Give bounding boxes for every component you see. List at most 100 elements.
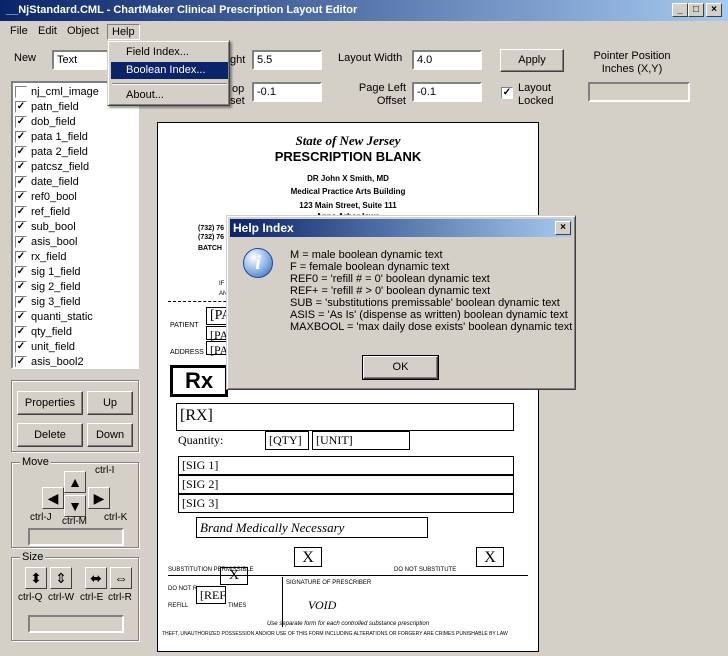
menu-file[interactable]: File: [6, 24, 32, 40]
page-top-offset-field[interactable]: -0.1: [252, 82, 322, 102]
new-type-select[interactable]: Text: [52, 50, 112, 70]
field-visible-checkbox[interactable]: ✓: [15, 356, 27, 367]
field-visible-checkbox[interactable]: ✓: [15, 251, 27, 264]
menu-about[interactable]: About...: [111, 87, 228, 104]
field-list[interactable]: nj_cml_image ✓ patn_field ✓ dob_field ✓ pata 1…: [11, 81, 139, 369]
field-list-item-label: patn_field: [31, 101, 79, 114]
field-list-item[interactable]: ✓ patcsz_field: [15, 160, 89, 175]
dialog-text-line: REF0 = 'refill # = 0' boolean dynamic te…: [290, 273, 490, 285]
field-visible-checkbox[interactable]: ✓: [15, 341, 27, 354]
refill-label: REFILL: [168, 603, 189, 609]
move-down-arrow-icon[interactable]: ▼: [64, 495, 86, 517]
height-field[interactable]: 5.5: [252, 50, 322, 70]
field-visible-checkbox[interactable]: [15, 86, 27, 99]
pata1-field-box[interactable]: [PA: [206, 326, 228, 342]
size-shortcut-e: ctrl-E: [80, 592, 104, 603]
delete-button[interactable]: Delete: [17, 423, 83, 447]
minimize-button[interactable]: _: [672, 3, 688, 17]
field-visible-checkbox[interactable]: ✓: [15, 206, 27, 219]
quantity-static-label[interactable]: Quantity:: [178, 433, 223, 448]
ref-field-box[interactable]: [REF: [196, 586, 226, 604]
times-label: TIMES: [228, 603, 247, 609]
field-list-item[interactable]: ✓ pata 1_field: [15, 130, 88, 145]
asis-bool-box[interactable]: X: [476, 547, 504, 567]
field-list-item[interactable]: ✓ rx_field: [15, 250, 66, 265]
field-visible-checkbox[interactable]: ✓: [15, 266, 27, 279]
field-visible-checkbox[interactable]: ✓: [15, 116, 27, 129]
sub-bool-box[interactable]: X: [294, 547, 322, 567]
dialog-ok-button[interactable]: OK: [362, 355, 439, 380]
up-button[interactable]: Up: [87, 391, 133, 415]
field-list-item[interactable]: ✓ pata 2_field: [15, 145, 88, 160]
field-visible-checkbox[interactable]: ✓: [15, 101, 27, 114]
field-list-item[interactable]: nj_cml_image: [15, 85, 99, 100]
field-list-item[interactable]: ✓ asis_bool2: [15, 355, 84, 367]
page-left-offset-field[interactable]: -0.1: [412, 82, 482, 102]
rx-field-box[interactable]: [RX]: [176, 403, 514, 431]
field-list-item[interactable]: ✓ dob_field: [15, 115, 76, 130]
pata2-field-box[interactable]: [PA: [206, 341, 228, 357]
field-visible-checkbox[interactable]: ✓: [15, 191, 27, 204]
move-left-arrow-icon[interactable]: ◀: [42, 487, 64, 509]
field-list-item[interactable]: ✓ ref_field: [15, 205, 70, 220]
field-list-item[interactable]: ✓ patn_field: [15, 100, 79, 115]
field-visible-checkbox[interactable]: ✓: [15, 326, 27, 339]
form-title: PRESCRIPTION BLANK: [274, 149, 422, 164]
size-grow-width-icon[interactable]: ⬌: [85, 567, 107, 589]
layout-locked-checkbox[interactable]: ✓: [501, 87, 513, 99]
patn-field-box[interactable]: [PA: [206, 307, 231, 325]
field-visible-checkbox[interactable]: ✓: [15, 146, 27, 159]
window-title: __NjStandard.CML - ChartMaker Clinical P…: [6, 4, 358, 16]
menu-boolean-index[interactable]: Boolean Index...: [111, 62, 228, 79]
layout-width-field[interactable]: 4.0: [412, 50, 482, 70]
field-visible-checkbox[interactable]: ✓: [15, 221, 27, 234]
form-address-label: ADDRESS: [170, 349, 204, 356]
field-list-item[interactable]: ✓ ref0_bool: [15, 190, 77, 205]
field-list-item[interactable]: ✓ sig 1_field: [15, 265, 81, 280]
field-list-item-label: nj_cml_image: [31, 86, 99, 99]
move-down-shortcut: ctrl-M: [62, 516, 87, 527]
field-list-item[interactable]: ✓ asis_bool: [15, 235, 77, 250]
move-up-arrow-icon[interactable]: ▲: [64, 471, 86, 493]
field-visible-checkbox[interactable]: ✓: [15, 236, 27, 249]
size-shrink-height-icon[interactable]: ⇕: [50, 567, 72, 589]
menu-help[interactable]: Help: [107, 24, 140, 40]
size-grow-height-icon[interactable]: ⬍: [25, 567, 47, 589]
brand-necessary-box[interactable]: Brand Medically Necessary: [196, 517, 428, 538]
down-button[interactable]: Down: [87, 423, 133, 447]
field-list-item[interactable]: ✓ quanti_static: [15, 310, 93, 325]
void-signature: VOID: [308, 598, 337, 612]
menu-field-index[interactable]: Field Index...: [111, 44, 228, 61]
page-left-offset-label: Page Left Offset: [358, 82, 406, 107]
field-visible-checkbox[interactable]: ✓: [15, 296, 27, 309]
dialog-close-button[interactable]: ×: [555, 221, 571, 235]
unit-field-box[interactable]: [UNIT]: [312, 431, 410, 450]
sig1-field-box[interactable]: [SIG 1]: [178, 456, 514, 475]
field-visible-checkbox[interactable]: ✓: [15, 161, 27, 174]
field-visible-checkbox[interactable]: ✓: [15, 281, 27, 294]
field-list-item[interactable]: ✓ sig 2_field: [15, 280, 81, 295]
field-visible-checkbox[interactable]: ✓: [15, 311, 27, 324]
close-button[interactable]: ×: [706, 3, 722, 17]
move-right-arrow-icon[interactable]: ▶: [88, 487, 110, 509]
height-label: ght: [230, 54, 246, 66]
sig3-field-box[interactable]: [SIG 3]: [178, 494, 514, 513]
dialog-text-line: SUB = 'substitutions premissable' boolea…: [290, 297, 560, 309]
qty-field-box[interactable]: [QTY]: [265, 431, 309, 450]
size-shrink-width-icon[interactable]: ⇔: [110, 567, 132, 589]
sig2-field-box[interactable]: [SIG 2]: [178, 475, 514, 494]
menu-object[interactable]: Object: [63, 24, 103, 40]
field-visible-checkbox[interactable]: ✓: [15, 131, 27, 144]
field-list-item[interactable]: ✓ sub_bool: [15, 220, 76, 235]
properties-button[interactable]: Properties: [17, 391, 83, 415]
layout-width-label: Layout Width: [338, 52, 403, 64]
field-list-item[interactable]: ✓ unit_field: [15, 340, 75, 355]
field-list-item[interactable]: ✓ date_field: [15, 175, 79, 190]
field-list-item[interactable]: ✓ qty_field: [15, 325, 72, 340]
field-visible-checkbox[interactable]: ✓: [15, 176, 27, 189]
apply-button[interactable]: Apply: [500, 49, 564, 72]
field-list-item[interactable]: ✓ sig 3_field: [15, 295, 81, 310]
menu-edit[interactable]: Edit: [34, 24, 61, 40]
maximize-button[interactable]: □: [688, 3, 704, 17]
ref0-bool-box[interactable]: X: [220, 567, 248, 585]
